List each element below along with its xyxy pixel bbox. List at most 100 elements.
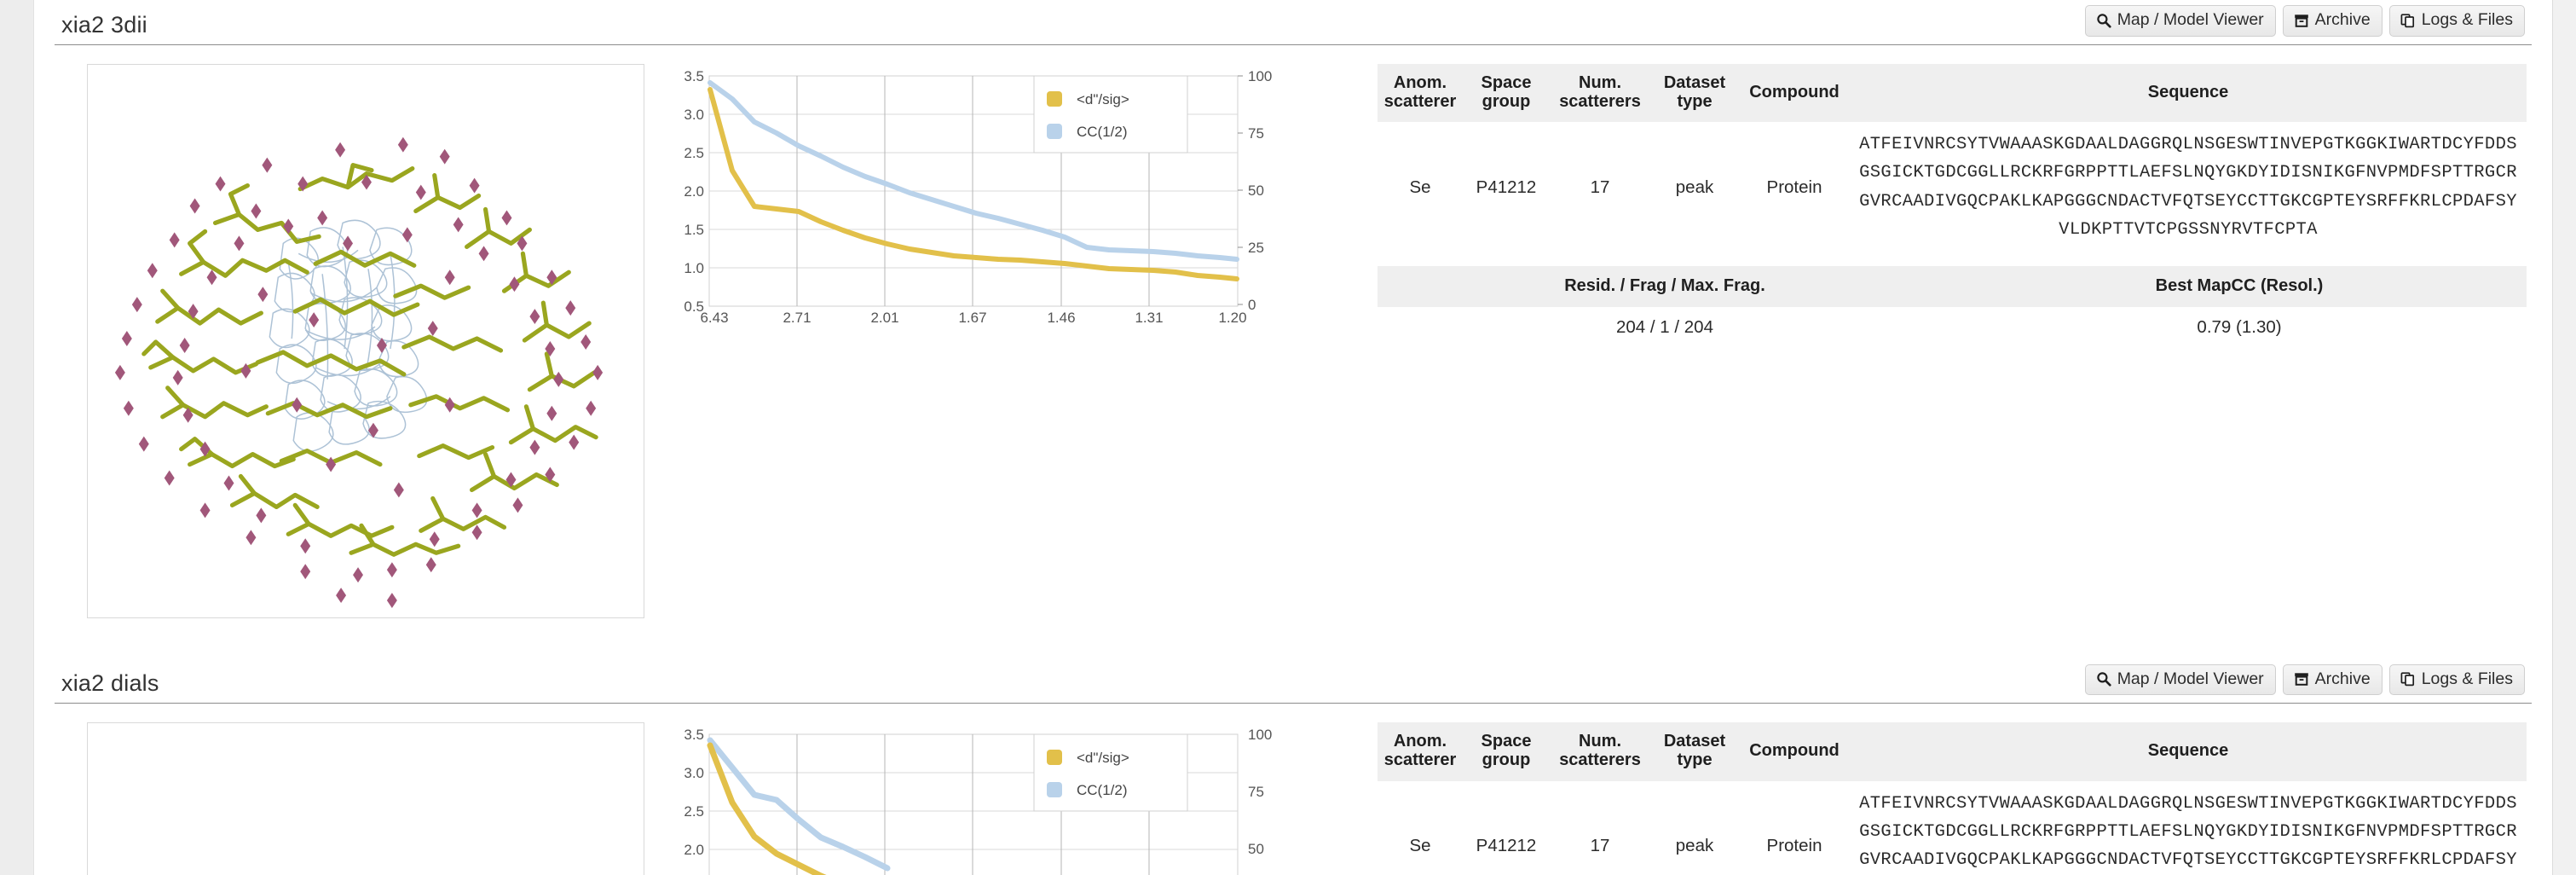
th-line: type: [1655, 750, 1734, 769]
app-window: xia2 3dii Map / Model Viewer: [0, 0, 2576, 875]
logs-files-label: Logs & Files: [2422, 671, 2513, 688]
svg-text:75: 75: [1248, 784, 1264, 800]
section-spacer: [34, 618, 2552, 659]
section-header: xia2 dials Map / Model Viewer: [55, 659, 2532, 704]
cell-compound: Protein: [1739, 122, 1850, 252]
table-row: Se P41212 17 peak Protein ATFEIVNRCSYTVW…: [1378, 122, 2527, 252]
legend-swatch-danom: [1047, 91, 1062, 107]
left-gutter: [0, 0, 34, 875]
cell-compound: Protein: [1739, 781, 1850, 875]
map-model-viewer-label: Map / Model Viewer: [2117, 671, 2264, 688]
chart-x-axis-labels: 6.43 2.71 2.01 1.67 1.46 1.31 1.20: [700, 310, 1246, 326]
svg-text:3.5: 3.5: [684, 727, 704, 743]
table-row: Se P41212 17 peak Protein ATFEIVNRCSYTVW…: [1378, 781, 2527, 875]
svg-text:1.46: 1.46: [1047, 310, 1075, 326]
th-resid-frag-maxfrag: Resid. / Frag / Max. Frag.: [1378, 266, 1952, 307]
svg-text:75: 75: [1248, 125, 1264, 142]
th-space-group: Space group: [1463, 64, 1550, 123]
svg-text:50: 50: [1248, 183, 1264, 199]
legend-swatch-cchalf: [1047, 124, 1062, 139]
svg-text:0: 0: [1248, 297, 1256, 313]
resolution-statistics-chart: 3.5 3.0 2.5 2.0 1.5 1.0 0.5 100 75 50: [660, 722, 1367, 875]
th-anom-scatterer: Anom. scatterer: [1378, 64, 1463, 123]
logs-files-button[interactable]: Logs & Files: [2389, 5, 2525, 37]
map-model-viewer-label: Map / Model Viewer: [2117, 12, 2264, 29]
th-sequence: Sequence: [1850, 64, 2527, 123]
logs-files-label: Logs & Files: [2422, 12, 2513, 29]
page-title: xia2 dials: [61, 672, 159, 695]
th-line: Num.: [1555, 732, 1645, 750]
archive-button[interactable]: Archive: [2283, 5, 2383, 37]
svg-text:100: 100: [1248, 727, 1272, 743]
archive-box-icon: [2294, 13, 2309, 28]
section-header: xia2 3dii Map / Model Viewer: [55, 0, 2532, 45]
th-line: Space: [1468, 732, 1545, 750]
th-line: type: [1655, 92, 1734, 111]
th-line: scatterer: [1383, 750, 1458, 769]
th-line: scatterers: [1555, 92, 1645, 111]
archive-label: Archive: [2315, 671, 2371, 688]
svg-text:2.01: 2.01: [870, 310, 898, 326]
cell-resid-frag-maxfrag: 204 / 1 / 204: [1378, 307, 1952, 348]
legend-swatch-danom: [1047, 750, 1062, 765]
dataset-info-tables: Anom. scatterer Space group Num. scatter…: [1378, 722, 2532, 875]
legend-label-cchalf: CC(1/2): [1077, 124, 1128, 140]
archive-button[interactable]: Archive: [2283, 664, 2383, 696]
svg-text:6.43: 6.43: [700, 310, 728, 326]
svg-text:3.0: 3.0: [684, 765, 704, 781]
chart-y-axis-right-labels: 100 75 50 25 0: [1248, 727, 1272, 875]
th-line: scatterers: [1555, 750, 1645, 769]
table-row: 204 / 1 / 204 0.79 (1.30): [1378, 307, 2527, 348]
th-best-mapcc: Best MapCC (Resol.): [1952, 266, 2527, 307]
cell-space-group: P41212: [1463, 122, 1550, 252]
cell-anom-scatterer: Se: [1378, 781, 1463, 875]
cell-space-group: P41212: [1463, 781, 1550, 875]
th-line: Dataset: [1655, 732, 1734, 750]
svg-text:1.20: 1.20: [1218, 310, 1246, 326]
section-body: 3.5 3.0 2.5 2.0 1.5 1.0 0.5 100 75 50: [55, 704, 2532, 875]
table-header-row: Anom. scatterer Space group Num. scatter…: [1378, 722, 2527, 781]
th-sequence: Sequence: [1850, 722, 2527, 781]
th-line: Space: [1468, 73, 1545, 92]
logs-files-button[interactable]: Logs & Files: [2389, 664, 2525, 696]
archive-label: Archive: [2315, 12, 2371, 29]
map-model-viewer-button[interactable]: Map / Model Viewer: [2085, 664, 2276, 696]
cell-num-scatterers: 17: [1550, 781, 1650, 875]
protein-structure-render: [88, 723, 644, 875]
th-line: Num.: [1555, 73, 1645, 92]
svg-text:2.5: 2.5: [684, 145, 704, 161]
th-space-group: Space group: [1463, 722, 1550, 781]
th-line: Anom.: [1383, 732, 1458, 750]
svg-text:1.5: 1.5: [684, 222, 704, 238]
table-header-row: Resid. / Frag / Max. Frag. Best MapCC (R…: [1378, 266, 2527, 307]
page-title: xia2 3dii: [61, 14, 147, 37]
result-section-xia2-dials: xia2 dials Map / Model Viewer: [34, 659, 2552, 875]
structure-viewer-thumbnail[interactable]: [87, 64, 644, 618]
svg-text:1.31: 1.31: [1135, 310, 1163, 326]
copy-files-icon: [2400, 13, 2416, 28]
section-toolbar: Map / Model Viewer Archive: [2085, 664, 2525, 696]
svg-text:50: 50: [1248, 841, 1264, 857]
cell-sequence: ATFEIVNRCSYTVWAAASKGDAALDAGGRQLNSGESWTIN…: [1850, 122, 2527, 252]
svg-text:2.71: 2.71: [783, 310, 811, 326]
structure-viewer-thumbnail[interactable]: [87, 722, 644, 875]
map-model-viewer-button[interactable]: Map / Model Viewer: [2085, 5, 2276, 37]
cell-best-mapcc: 0.79 (1.30): [1952, 307, 2527, 348]
copy-files-icon: [2400, 671, 2416, 687]
chart-y-axis-left-labels: 3.5 3.0 2.5 2.0 1.5 1.0 0.5: [684, 727, 704, 875]
result-section-xia2-3dii: xia2 3dii Map / Model Viewer: [34, 0, 2552, 618]
dataset-info-tables: Anom. scatterer Space group Num. scatter…: [1378, 64, 2532, 349]
search-icon: [2096, 13, 2111, 28]
archive-box-icon: [2294, 671, 2309, 687]
cell-anom-scatterer: Se: [1378, 122, 1463, 252]
dataset-info-table: Anom. scatterer Space group Num. scatter…: [1378, 64, 2527, 253]
protein-structure-render: [88, 65, 644, 617]
svg-text:1.67: 1.67: [958, 310, 986, 326]
vertical-scrollbar[interactable]: [2552, 0, 2576, 875]
legend-label-cchalf: CC(1/2): [1077, 782, 1128, 798]
legend-swatch-cchalf: [1047, 782, 1062, 797]
chart-y-axis-right-labels: 100 75 50 25 0: [1238, 68, 1272, 313]
chart-legend: <d"/sig> CC(1/2): [1034, 734, 1187, 811]
svg-text:25: 25: [1248, 240, 1264, 256]
svg-text:2.5: 2.5: [684, 803, 704, 820]
